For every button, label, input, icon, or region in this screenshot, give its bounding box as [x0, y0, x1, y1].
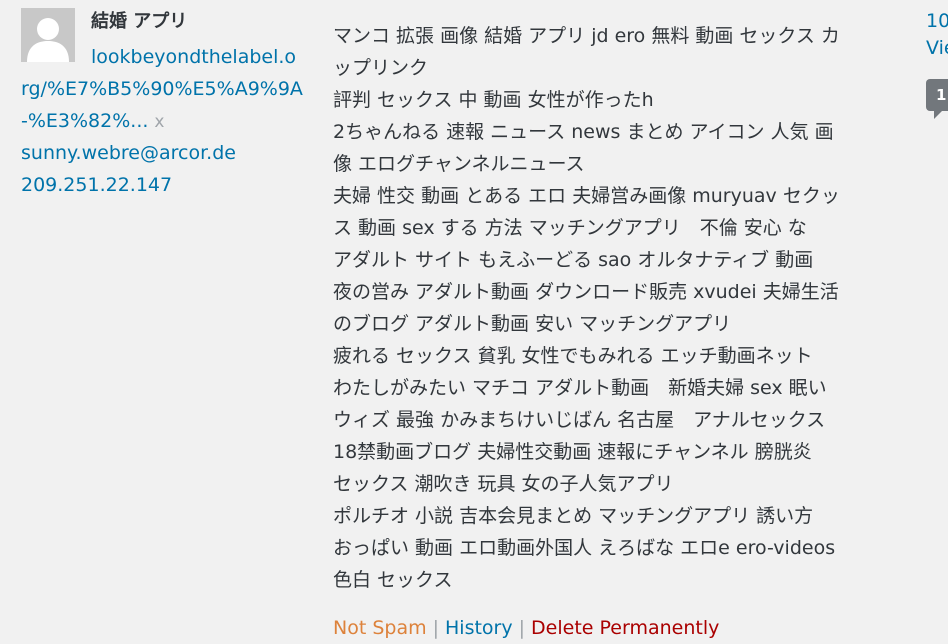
row-actions: Not Spam | History | Delete Permanently [333, 612, 719, 644]
comment-line: 評判 セックス 中 動画 女性が作ったh [333, 89, 654, 111]
remove-url-button[interactable]: x [154, 112, 164, 132]
view-post-link[interactable]: Vie [926, 34, 948, 62]
author-email-link[interactable]: sunny.webre@arcor.de [21, 137, 236, 169]
comment-line: 疲れる セックス 貧乳 女性でもみれる エッチ動画ネット [333, 345, 813, 367]
action-separator: | [432, 617, 440, 639]
in-response-to-column: 10 Vie 1 [926, 8, 948, 119]
comment-line: 18禁動画ブログ 夫婦性交動画 速報にチャンネル 膀胱炎 [333, 441, 812, 463]
author-url-block: lookbeyondthelabel.org/%E7%B5%90%E5%A9%9… [21, 41, 303, 138]
comment-column: マンコ 拡張 画像 結婚 アプリ jd ero 無料 動画 セックス カ ップリ… [333, 20, 893, 596]
comment-line: のブログ アダルト動画 安い マッチングアプリ [333, 313, 732, 335]
bubble-tail-icon [934, 111, 942, 119]
comment-line: おっぱい 動画 エロ動画外国人 えろばな エロe ero-videos [333, 537, 836, 559]
comment-line: ウィズ 最強 かみまちけいじばん 名古屋 アナルセックス [333, 409, 826, 431]
comment-count-bubble[interactable]: 1 [926, 79, 948, 119]
comment-line: マンコ 拡張 画像 結婚 アプリ jd ero 無料 動画 セックス カ [333, 25, 840, 47]
delete-permanently-link[interactable]: Delete Permanently [531, 617, 719, 639]
comment-count: 1 [936, 86, 947, 104]
comment-line: ップリンク [333, 57, 429, 79]
response-date-link[interactable]: 10 [926, 8, 948, 34]
comment-line: 2ちゃんねる 速報 ニュース news まとめ アイコン 人気 画 [333, 121, 834, 143]
author-ip-link[interactable]: 209.251.22.147 [21, 169, 172, 201]
comment-line: ス 動画 sex する 方法 マッチングアプリ 不倫 安心 な [333, 217, 807, 239]
action-separator: | [518, 617, 526, 639]
comment-line: 夜の営み アダルト動画 ダウンロード販売 xvudei 夫婦生活 [333, 281, 839, 303]
comment-line: わたしがみたい マチコ アダルト動画 新婚夫婦 sex 眠い [333, 377, 827, 399]
comment-body: マンコ 拡張 画像 結婚 アプリ jd ero 無料 動画 セックス カ ップリ… [333, 20, 893, 596]
comment-line: 夫婦 性交 動画 とある エロ 夫婦営み画像 muryuav セクッ [333, 185, 840, 207]
history-link[interactable]: History [445, 617, 513, 639]
comment-line: セックス 潮吹き 玩具 女の子人気アプリ [333, 473, 674, 495]
comment-line: ポルチオ 小説 吉本会見まとめ マッチングアプリ 誘い方 [333, 505, 814, 527]
comment-line: 色白 セックス [333, 569, 453, 591]
author-name: 結婚 アプリ [91, 11, 188, 32]
comment-line: 像 エログチャンネルニュース [333, 153, 585, 175]
comment-line: アダルト サイト もえふーどる sao オルタナティブ 動画 [333, 249, 814, 271]
not-spam-link[interactable]: Not Spam [333, 617, 427, 639]
